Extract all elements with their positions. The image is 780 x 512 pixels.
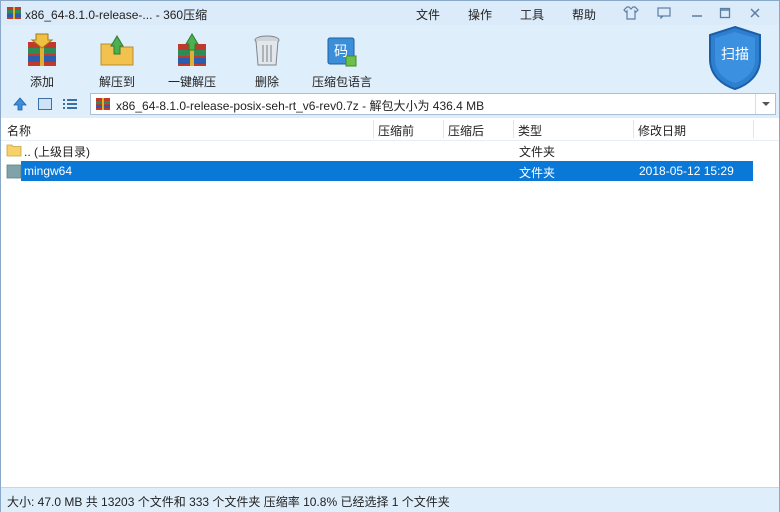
item-type: 文件夹: [519, 166, 556, 180]
title-bar: x86_64-8.1.0-release-... - 360压缩 文件 操作 工…: [1, 1, 779, 25]
chevron-down-icon: [761, 102, 770, 106]
path-field[interactable]: x86_64-8.1.0-release-posix-seh-rt_v6-rev…: [90, 93, 776, 115]
feedback-icon[interactable]: [653, 3, 675, 23]
column-size-after-header[interactable]: 压缩后: [448, 122, 484, 139]
file-list[interactable]: 名称 压缩前 压缩后 类型 修改日期 .. (上级目录) 文件夹 mingw64: [1, 118, 779, 487]
one-click-extract-label: 一键解压: [167, 75, 216, 89]
column-size-before-header[interactable]: 压缩前: [378, 122, 414, 139]
address-bar: x86_64-8.1.0-release-posix-seh-rt_v6-rev…: [1, 91, 779, 117]
item-type: 文件夹: [519, 145, 556, 159]
minimize-icon[interactable]: [686, 3, 708, 23]
archive-path-text: x86_64-8.1.0-release-posix-seh-rt_v6-rev…: [116, 99, 485, 113]
column-divider[interactable]: [633, 120, 634, 138]
column-name-header[interactable]: 名称: [7, 122, 31, 139]
window-title: x86_64-8.1.0-release-... - 360压缩: [25, 8, 208, 22]
language-pack-glyph: 码: [334, 44, 348, 60]
toolbar: 添加 解压到 一键解压 删除 码 压缩包语言: [1, 25, 779, 91]
item-name: mingw64: [24, 164, 73, 178]
up-arrow-icon[interactable]: [12, 96, 28, 112]
list-item-selected[interactable]: mingw64 文件夹 2018-05-12 15:29: [1, 161, 779, 181]
column-divider[interactable]: [443, 120, 444, 138]
extract-to-label: 解压到: [98, 75, 135, 89]
language-pack-button[interactable]: 码 压缩包语言: [307, 30, 377, 90]
maximize-icon[interactable]: [714, 3, 736, 23]
archive-app-icon: [7, 7, 21, 19]
column-divider[interactable]: [753, 120, 754, 138]
list-item[interactable]: .. (上级目录) 文件夹: [1, 140, 779, 160]
add-button[interactable]: 添加: [7, 30, 77, 90]
language-pack-label: 压缩包语言: [311, 75, 372, 89]
menu-tools[interactable]: 工具: [520, 6, 544, 23]
one-click-extract-icon: [178, 33, 206, 66]
delete-label: 删除: [254, 75, 279, 89]
scan-shield-button[interactable]: 扫描: [706, 25, 764, 91]
one-click-extract-button[interactable]: 一键解压: [157, 30, 227, 90]
skin-icon[interactable]: [620, 3, 642, 23]
extract-folder-icon: [100, 35, 134, 66]
column-type-header[interactable]: 类型: [518, 122, 542, 139]
menu-file[interactable]: 文件: [416, 6, 440, 23]
add-archive-icon: [28, 33, 56, 66]
folder-icon: [6, 164, 22, 179]
details-view-icon[interactable]: [62, 96, 78, 112]
column-divider[interactable]: [373, 120, 374, 138]
language-pack-icon: 码: [327, 37, 357, 67]
add-label: 添加: [29, 75, 54, 89]
large-icons-view-icon[interactable]: [37, 96, 53, 112]
extract-to-button[interactable]: 解压到: [82, 30, 152, 90]
close-icon[interactable]: [744, 3, 766, 23]
path-dropdown-button[interactable]: [755, 94, 775, 114]
status-bar: 大小: 47.0 MB 共 13203 个文件和 333 个文件夹 压缩率 10…: [1, 487, 779, 512]
trash-icon: [254, 35, 280, 66]
delete-button[interactable]: 删除: [232, 30, 302, 90]
list-header: 名称 压缩前 压缩后 类型 修改日期: [1, 118, 779, 141]
status-text: 大小: 47.0 MB 共 13203 个文件和 333 个文件夹 压缩率 10…: [7, 495, 450, 509]
menu-help[interactable]: 帮助: [572, 6, 596, 23]
app-window: x86_64-8.1.0-release-... - 360压缩 文件 操作 工…: [0, 0, 780, 512]
menu-operation[interactable]: 操作: [468, 6, 492, 23]
column-modified-header[interactable]: 修改日期: [638, 122, 686, 139]
scan-label: 扫描: [721, 47, 749, 63]
folder-icon: [6, 144, 22, 157]
archive-file-icon: [96, 98, 110, 110]
column-divider[interactable]: [513, 120, 514, 138]
item-modified: 2018-05-12 15:29: [639, 164, 734, 178]
item-name: .. (上级目录): [24, 145, 90, 159]
